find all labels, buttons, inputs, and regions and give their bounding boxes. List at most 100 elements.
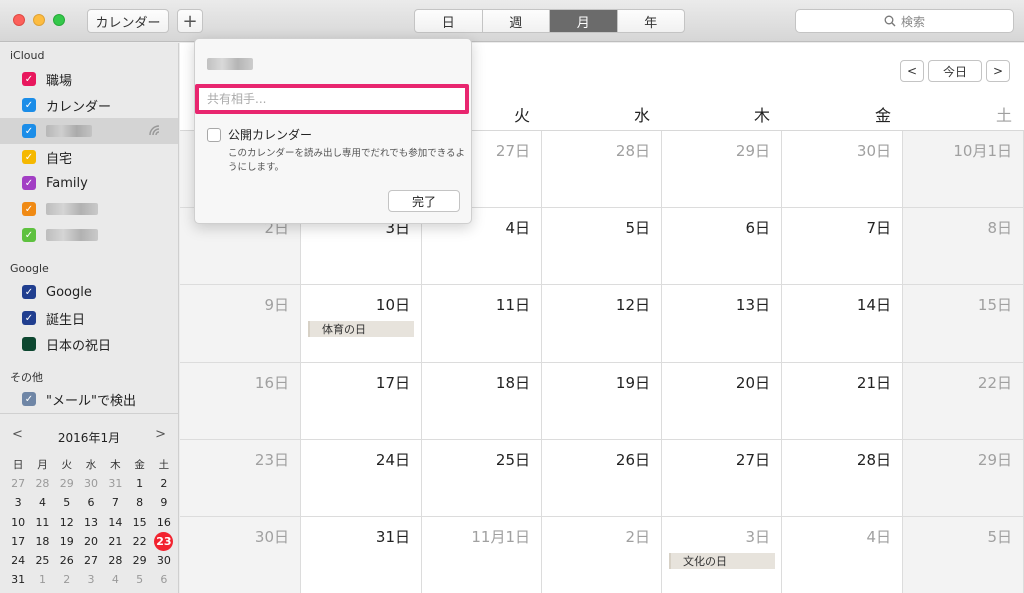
minimize-window-button[interactable] bbox=[33, 14, 45, 26]
checkbox-checked-icon[interactable]: ✓ bbox=[22, 392, 36, 406]
mini-day[interactable]: 11 bbox=[30, 513, 54, 532]
day-cell[interactable]: 17日 bbox=[301, 362, 422, 440]
mini-day[interactable]: 12 bbox=[55, 513, 79, 532]
day-cell[interactable]: 16日 bbox=[180, 362, 301, 440]
mini-day[interactable]: 6 bbox=[152, 570, 176, 589]
day-cell[interactable]: 3日 文化の日 bbox=[662, 517, 782, 593]
day-cell[interactable]: 10日 体育の日 bbox=[301, 285, 422, 363]
mini-day[interactable]: 22 bbox=[127, 532, 151, 551]
mini-day[interactable]: 3 bbox=[79, 570, 103, 589]
day-cell[interactable]: 7日 bbox=[782, 208, 903, 286]
mini-day[interactable]: 30 bbox=[79, 474, 103, 493]
calendar-item-orange[interactable]: ✓ bbox=[0, 196, 178, 222]
prev-month-button[interactable]: < bbox=[900, 60, 924, 82]
day-cell[interactable]: 2日 bbox=[542, 517, 662, 593]
day-cell[interactable]: 28日 bbox=[782, 439, 903, 517]
today-button[interactable]: 今日 bbox=[928, 60, 982, 82]
checkbox-checked-icon[interactable]: ✓ bbox=[22, 202, 36, 216]
day-cell[interactable]: 30日 bbox=[180, 517, 301, 593]
mini-day[interactable]: 5 bbox=[55, 493, 79, 512]
day-cell[interactable]: 30日 bbox=[782, 131, 903, 209]
public-calendar-option[interactable]: 公開カレンダー bbox=[207, 126, 312, 143]
mini-day[interactable]: 8 bbox=[127, 493, 151, 512]
day-cell[interactable]: 25日 bbox=[422, 439, 542, 517]
add-event-button[interactable]: + bbox=[177, 9, 203, 33]
mini-day[interactable]: 9 bbox=[152, 493, 176, 512]
mini-day[interactable]: 7 bbox=[103, 493, 127, 512]
day-cell[interactable]: 22日 bbox=[903, 362, 1024, 440]
mini-day[interactable]: 27 bbox=[6, 474, 30, 493]
zoom-window-button[interactable] bbox=[53, 14, 65, 26]
mini-day[interactable]: 15 bbox=[127, 513, 151, 532]
day-cell[interactable]: 26日 bbox=[542, 439, 662, 517]
calendar-item-jp-holidays[interactable]: 日本の祝日 bbox=[0, 331, 178, 357]
close-window-button[interactable] bbox=[13, 14, 25, 26]
day-cell[interactable]: 13日 bbox=[662, 285, 782, 363]
calendar-item-green[interactable]: ✓ bbox=[0, 222, 178, 248]
day-cell[interactable]: 27日 bbox=[662, 439, 782, 517]
mini-day[interactable]: 3 bbox=[6, 493, 30, 512]
day-cell[interactable]: 29日 bbox=[903, 439, 1024, 517]
day-cell[interactable]: 23日 bbox=[180, 439, 301, 517]
mini-day[interactable]: 2 bbox=[55, 570, 79, 589]
day-cell[interactable]: 9日 bbox=[180, 285, 301, 363]
checkbox-filled-icon[interactable] bbox=[22, 337, 36, 351]
day-cell[interactable]: 10月1日 bbox=[903, 131, 1024, 209]
view-year-tab[interactable]: 年 bbox=[618, 10, 685, 32]
mini-day[interactable]: 20 bbox=[79, 532, 103, 551]
day-cell[interactable]: 21日 bbox=[782, 362, 903, 440]
mini-day[interactable]: 21 bbox=[103, 532, 127, 551]
shared-calendar-icon[interactable] bbox=[148, 124, 164, 140]
checkbox-checked-icon[interactable]: ✓ bbox=[22, 285, 36, 299]
mini-day[interactable]: 1 bbox=[127, 474, 151, 493]
calendar-item-google[interactable]: ✓ Google bbox=[0, 279, 178, 305]
day-cell[interactable]: 29日 bbox=[662, 131, 782, 209]
mini-day[interactable]: 24 bbox=[6, 551, 30, 570]
mini-day[interactable]: 19 bbox=[55, 532, 79, 551]
mini-next-month-button[interactable]: > bbox=[155, 427, 166, 442]
day-cell[interactable]: 31日 bbox=[301, 517, 422, 593]
mini-day[interactable]: 4 bbox=[30, 493, 54, 512]
mini-day[interactable]: 4 bbox=[103, 570, 127, 589]
day-cell[interactable]: 15日 bbox=[903, 285, 1024, 363]
mini-day[interactable]: 17 bbox=[6, 532, 30, 551]
day-cell[interactable]: 11月1日 bbox=[422, 517, 542, 593]
day-cell[interactable]: 18日 bbox=[422, 362, 542, 440]
day-cell[interactable]: 6日 bbox=[662, 208, 782, 286]
mini-day[interactable]: 16 bbox=[152, 513, 176, 532]
day-cell[interactable]: 14日 bbox=[782, 285, 903, 363]
day-cell[interactable]: 4日 bbox=[782, 517, 903, 593]
share-with-input[interactable] bbox=[199, 88, 465, 110]
mini-day[interactable]: 30 bbox=[152, 551, 176, 570]
checkbox-checked-icon[interactable]: ✓ bbox=[22, 176, 36, 190]
checkbox-checked-icon[interactable]: ✓ bbox=[22, 72, 36, 86]
day-cell[interactable]: 12日 bbox=[542, 285, 662, 363]
checkbox-checked-icon[interactable]: ✓ bbox=[22, 311, 36, 325]
mini-day[interactable]: 2 bbox=[152, 474, 176, 493]
calendar-item-calendar[interactable]: ✓ カレンダー bbox=[0, 92, 178, 118]
mini-day[interactable]: 26 bbox=[55, 551, 79, 570]
mini-day[interactable]: 25 bbox=[30, 551, 54, 570]
calendar-item-found-in-mail[interactable]: ✓ "メール"で検出 bbox=[0, 386, 178, 412]
calendar-item-birthdays[interactable]: ✓ 誕生日 bbox=[0, 305, 178, 331]
checkbox-checked-icon[interactable]: ✓ bbox=[22, 228, 36, 242]
calendars-button[interactable]: カレンダー bbox=[87, 9, 169, 33]
day-cell[interactable]: 19日 bbox=[542, 362, 662, 440]
event-holiday[interactable]: 文化の日 bbox=[669, 553, 775, 569]
mini-day[interactable]: 14 bbox=[103, 513, 127, 532]
day-cell[interactable]: 24日 bbox=[301, 439, 422, 517]
mini-day[interactable]: 10 bbox=[6, 513, 30, 532]
calendar-item-family[interactable]: ✓ Family bbox=[0, 170, 178, 196]
day-cell[interactable]: 5日 bbox=[903, 517, 1024, 593]
day-cell[interactable]: 20日 bbox=[662, 362, 782, 440]
mini-day[interactable]: 29 bbox=[55, 474, 79, 493]
public-calendar-checkbox[interactable] bbox=[207, 127, 221, 142]
day-cell[interactable]: 8日 bbox=[903, 208, 1024, 286]
done-button[interactable]: 完了 bbox=[388, 190, 460, 212]
event-holiday[interactable]: 体育の日 bbox=[308, 321, 414, 338]
mini-day[interactable]: 13 bbox=[79, 513, 103, 532]
next-month-button[interactable]: > bbox=[986, 60, 1010, 82]
mini-day[interactable]: 28 bbox=[30, 474, 54, 493]
view-day-tab[interactable]: 日 bbox=[415, 10, 483, 32]
day-cell[interactable]: 28日 bbox=[542, 131, 662, 209]
